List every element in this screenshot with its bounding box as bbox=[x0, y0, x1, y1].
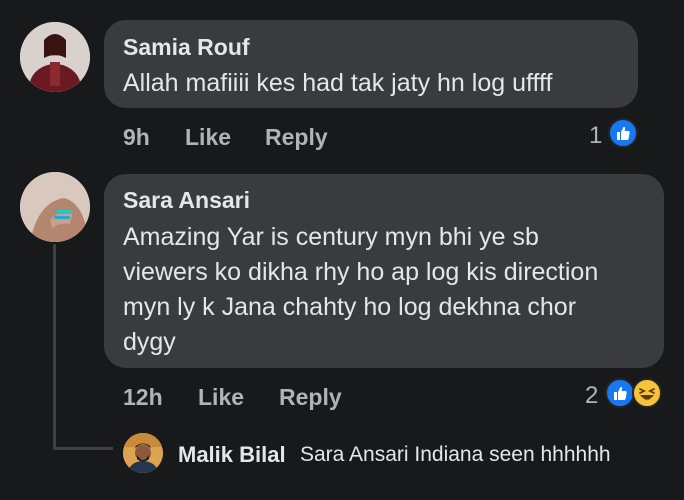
reaction-count[interactable]: 2 bbox=[585, 382, 598, 410]
reply-button[interactable]: Reply bbox=[265, 124, 328, 151]
like-button[interactable]: Like bbox=[198, 384, 244, 411]
like-icon[interactable] bbox=[608, 118, 638, 148]
comment-text: Amazing Yar is century myn bhi ye sb vie… bbox=[123, 223, 599, 356]
reaction-count[interactable]: 1 bbox=[589, 122, 602, 150]
like-icon[interactable] bbox=[605, 378, 635, 408]
reply-button[interactable]: Reply bbox=[279, 384, 342, 411]
thread-connector-branch bbox=[53, 447, 113, 450]
reply-author[interactable]: Malik Bilal bbox=[178, 442, 286, 468]
profile-photo bbox=[123, 433, 163, 473]
avatar-samia-rouf[interactable] bbox=[20, 22, 90, 92]
reply-text[interactable]: Sara Ansari Indiana seen hhhhhh bbox=[300, 443, 611, 467]
comment-timestamp[interactable]: 9h bbox=[123, 124, 150, 151]
haha-icon[interactable] bbox=[632, 378, 662, 408]
profile-photo bbox=[20, 172, 90, 242]
avatar-malik-bilal[interactable] bbox=[123, 433, 163, 473]
like-button[interactable]: Like bbox=[185, 124, 231, 151]
comment-author[interactable]: Sara Ansari bbox=[123, 187, 250, 214]
profile-photo bbox=[20, 22, 90, 92]
comment-text: Allah mafiiii kes had tak jaty hn log uf… bbox=[123, 69, 553, 97]
comment-timestamp[interactable]: 12h bbox=[123, 384, 163, 411]
comment-author[interactable]: Samia Rouf bbox=[123, 34, 250, 61]
thread-connector bbox=[53, 244, 56, 450]
avatar-sara-ansari[interactable] bbox=[20, 172, 90, 242]
